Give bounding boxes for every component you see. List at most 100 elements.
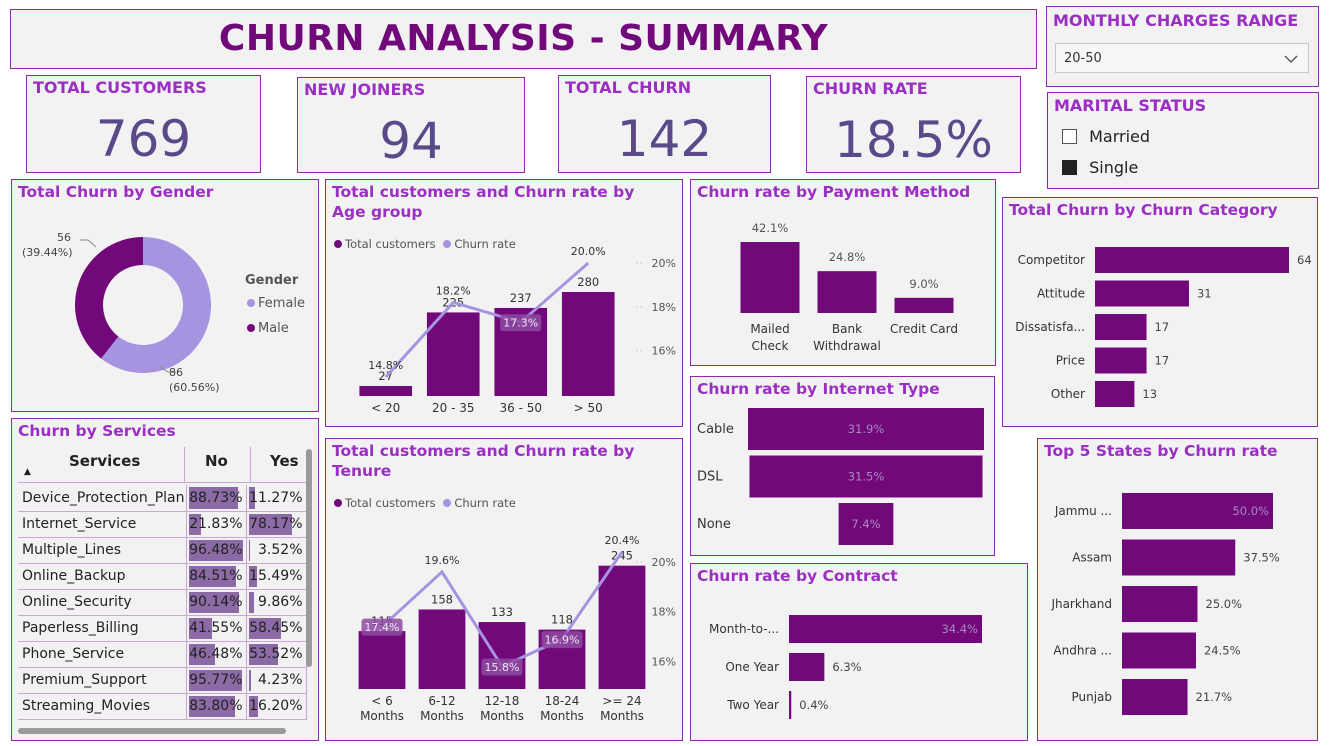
bar-1 [418, 609, 466, 689]
table-row[interactable]: Streaming_Movies 83.80% 16.20% [18, 693, 307, 720]
kpi-label: TOTAL CHURN [565, 78, 692, 97]
table-title: Churn by Services [18, 422, 176, 440]
x-tick-label: > 50 [574, 401, 603, 415]
cell-value: 11.27% [249, 489, 303, 506]
checkbox-checked[interactable] [1062, 160, 1077, 175]
service-name: Online_Security [18, 589, 187, 616]
cell-yes: 9.86% [246, 589, 307, 616]
table-row[interactable]: Device_Protection_Plan 88.73% 11.27% [18, 485, 307, 512]
table-row[interactable]: Multiple_Lines 96.48% 3.52% [18, 537, 307, 564]
table-row[interactable]: Internet_Service 21.83% 78.17% [18, 511, 307, 538]
cell-no: 96.48% [186, 537, 247, 564]
cell-yes: 11.27% [246, 485, 307, 512]
bar-3 [561, 292, 615, 396]
states-chart-card: Top 5 States by Churn rate Jammu ... 50.0… [1037, 438, 1318, 741]
horizontal-scrollbar[interactable] [18, 728, 286, 734]
table-row[interactable]: Paperless_Billing 41.55% 58.45% [18, 615, 307, 642]
cell-no: 21.83% [186, 511, 247, 538]
slicer-title: MONTHLY CHARGES RANGE [1053, 11, 1299, 30]
bar-value-label: 24.5% [1204, 644, 1241, 658]
y-tick-label: Other [1051, 387, 1085, 401]
bar-2 [1122, 586, 1198, 622]
bar-1 [1122, 539, 1236, 576]
y-tick-label: Jammu ... [1054, 504, 1112, 518]
table-row[interactable]: Online_Security 90.14% 9.86% [18, 589, 307, 616]
x-tick-label: 20 - 35 [432, 401, 475, 415]
cell-value: 46.48% [189, 646, 243, 662]
y-tick-label: Punjab [1071, 690, 1112, 704]
services-table-header: ▲ Services No Yes [18, 447, 308, 483]
bar-value-label: 50.0% [1232, 504, 1269, 518]
cell-value: 78.17% [249, 516, 303, 532]
kpi-label: TOTAL CUSTOMERS [33, 78, 207, 97]
cell-value: 96.48% [189, 542, 243, 558]
x-tick-label: Months [420, 709, 464, 723]
charges-dropdown[interactable]: 20-50 [1055, 43, 1309, 73]
y-tick-label: Attitude [1037, 287, 1085, 301]
bar-1 [817, 271, 877, 313]
cell-yes: 53.52% [246, 641, 307, 668]
x-tick-label: >= 24 [602, 694, 641, 708]
bar-value-label: 17 [1155, 354, 1170, 368]
table-row[interactable]: Premium_Support 95.77% 4.23% [18, 667, 307, 694]
age-combo-chart: 20%18%16%27< 2022520 - 3523736 - 50280> … [359, 245, 676, 415]
cell-yes: 3.52% [246, 537, 307, 564]
y-tick-label: DSL [697, 470, 723, 485]
gender-donut: 86 (60.56%) 56 (39.44%) [22, 231, 220, 394]
y-tick-label: Competitor [1018, 253, 1085, 267]
option-label: Single [1089, 158, 1139, 177]
services-table-card: Churn by Services ▲ Services No Yes Devi… [11, 418, 319, 741]
bar-value-label: 21.7% [1196, 690, 1233, 704]
vertical-scrollbar[interactable] [306, 449, 312, 667]
bar-2 [894, 297, 954, 313]
data-label-pct: (39.44%) [22, 246, 73, 259]
bar-value-label: 31.5% [848, 470, 885, 484]
age-chart-card: Total customers and Churn rate by Age gr… [325, 179, 683, 427]
contract-bar-chart: Month-to-... 34.4% One Year 6.3% Two Year 0.4… [709, 615, 982, 719]
kpi-value: 18.5% [834, 111, 993, 169]
bar-value-label: 13 [1142, 387, 1157, 401]
bar-2 [478, 622, 526, 689]
service-name: Streaming_Movies [18, 693, 187, 720]
contract-chart-card: Churn rate by Contract Month-to-... 34.4%… [690, 563, 1028, 741]
cell-yes: 78.17% [246, 511, 307, 538]
leader-line [80, 239, 97, 248]
x-tick-label: < 6 [371, 694, 393, 708]
cell-no: 90.14% [186, 589, 247, 616]
donut-slice-male [75, 237, 143, 359]
x-tick-label: 6-12 [428, 694, 455, 708]
y-tick-label: None [697, 517, 731, 532]
bar-value-label: 9.0% [909, 277, 938, 291]
cell-value: 88.73% [189, 489, 243, 506]
cell-no: 88.73% [186, 485, 247, 512]
option-single[interactable]: Single [1062, 158, 1139, 177]
sort-arrow-icon[interactable]: ▲ [24, 467, 31, 477]
rate-line [384, 261, 590, 379]
y-tick-label: Two Year [726, 698, 779, 712]
y-tick-label: Dissatisfa... [1015, 320, 1085, 334]
table-row[interactable]: Online_Backup 84.51% 15.49% [18, 563, 307, 590]
checkbox-unchecked[interactable] [1062, 129, 1077, 144]
bar-value-label: 237 [510, 291, 532, 305]
cell-value: 84.51% [189, 568, 243, 584]
bar-value-label: 31.9% [848, 422, 885, 436]
option-married[interactable]: Married [1062, 127, 1150, 146]
bar-value-label: 7.4% [851, 517, 880, 531]
table-row[interactable]: Phone_Service 46.48% 53.52% [18, 641, 307, 668]
kpi-label: CHURN RATE [813, 79, 928, 98]
column-header-services[interactable]: Services [69, 452, 140, 470]
bar-value-label: 118 [551, 613, 573, 627]
y2-tick-label: 18% [652, 606, 676, 619]
cell-no: 83.80% [186, 693, 247, 720]
bar-value-label: 24.8% [829, 250, 866, 264]
internet-bar-chart: 31.9% Cable 31.5% DSL 7.4% None [697, 408, 984, 545]
y2-tick-label: 20% [652, 257, 676, 270]
column-header-no[interactable]: No [205, 452, 228, 470]
column-header-yes[interactable]: Yes [270, 452, 299, 470]
rate-value-label: 17.4% [365, 621, 400, 634]
kpi-total-churn: TOTAL CHURN 142 [558, 75, 771, 173]
monthly-charges-slicer: MONTHLY CHARGES RANGE 20-50 [1046, 6, 1319, 87]
rate-value-label: 18.2% [436, 284, 471, 297]
service-name: Online_Backup [18, 563, 187, 590]
bar-value-label: 133 [491, 605, 513, 619]
